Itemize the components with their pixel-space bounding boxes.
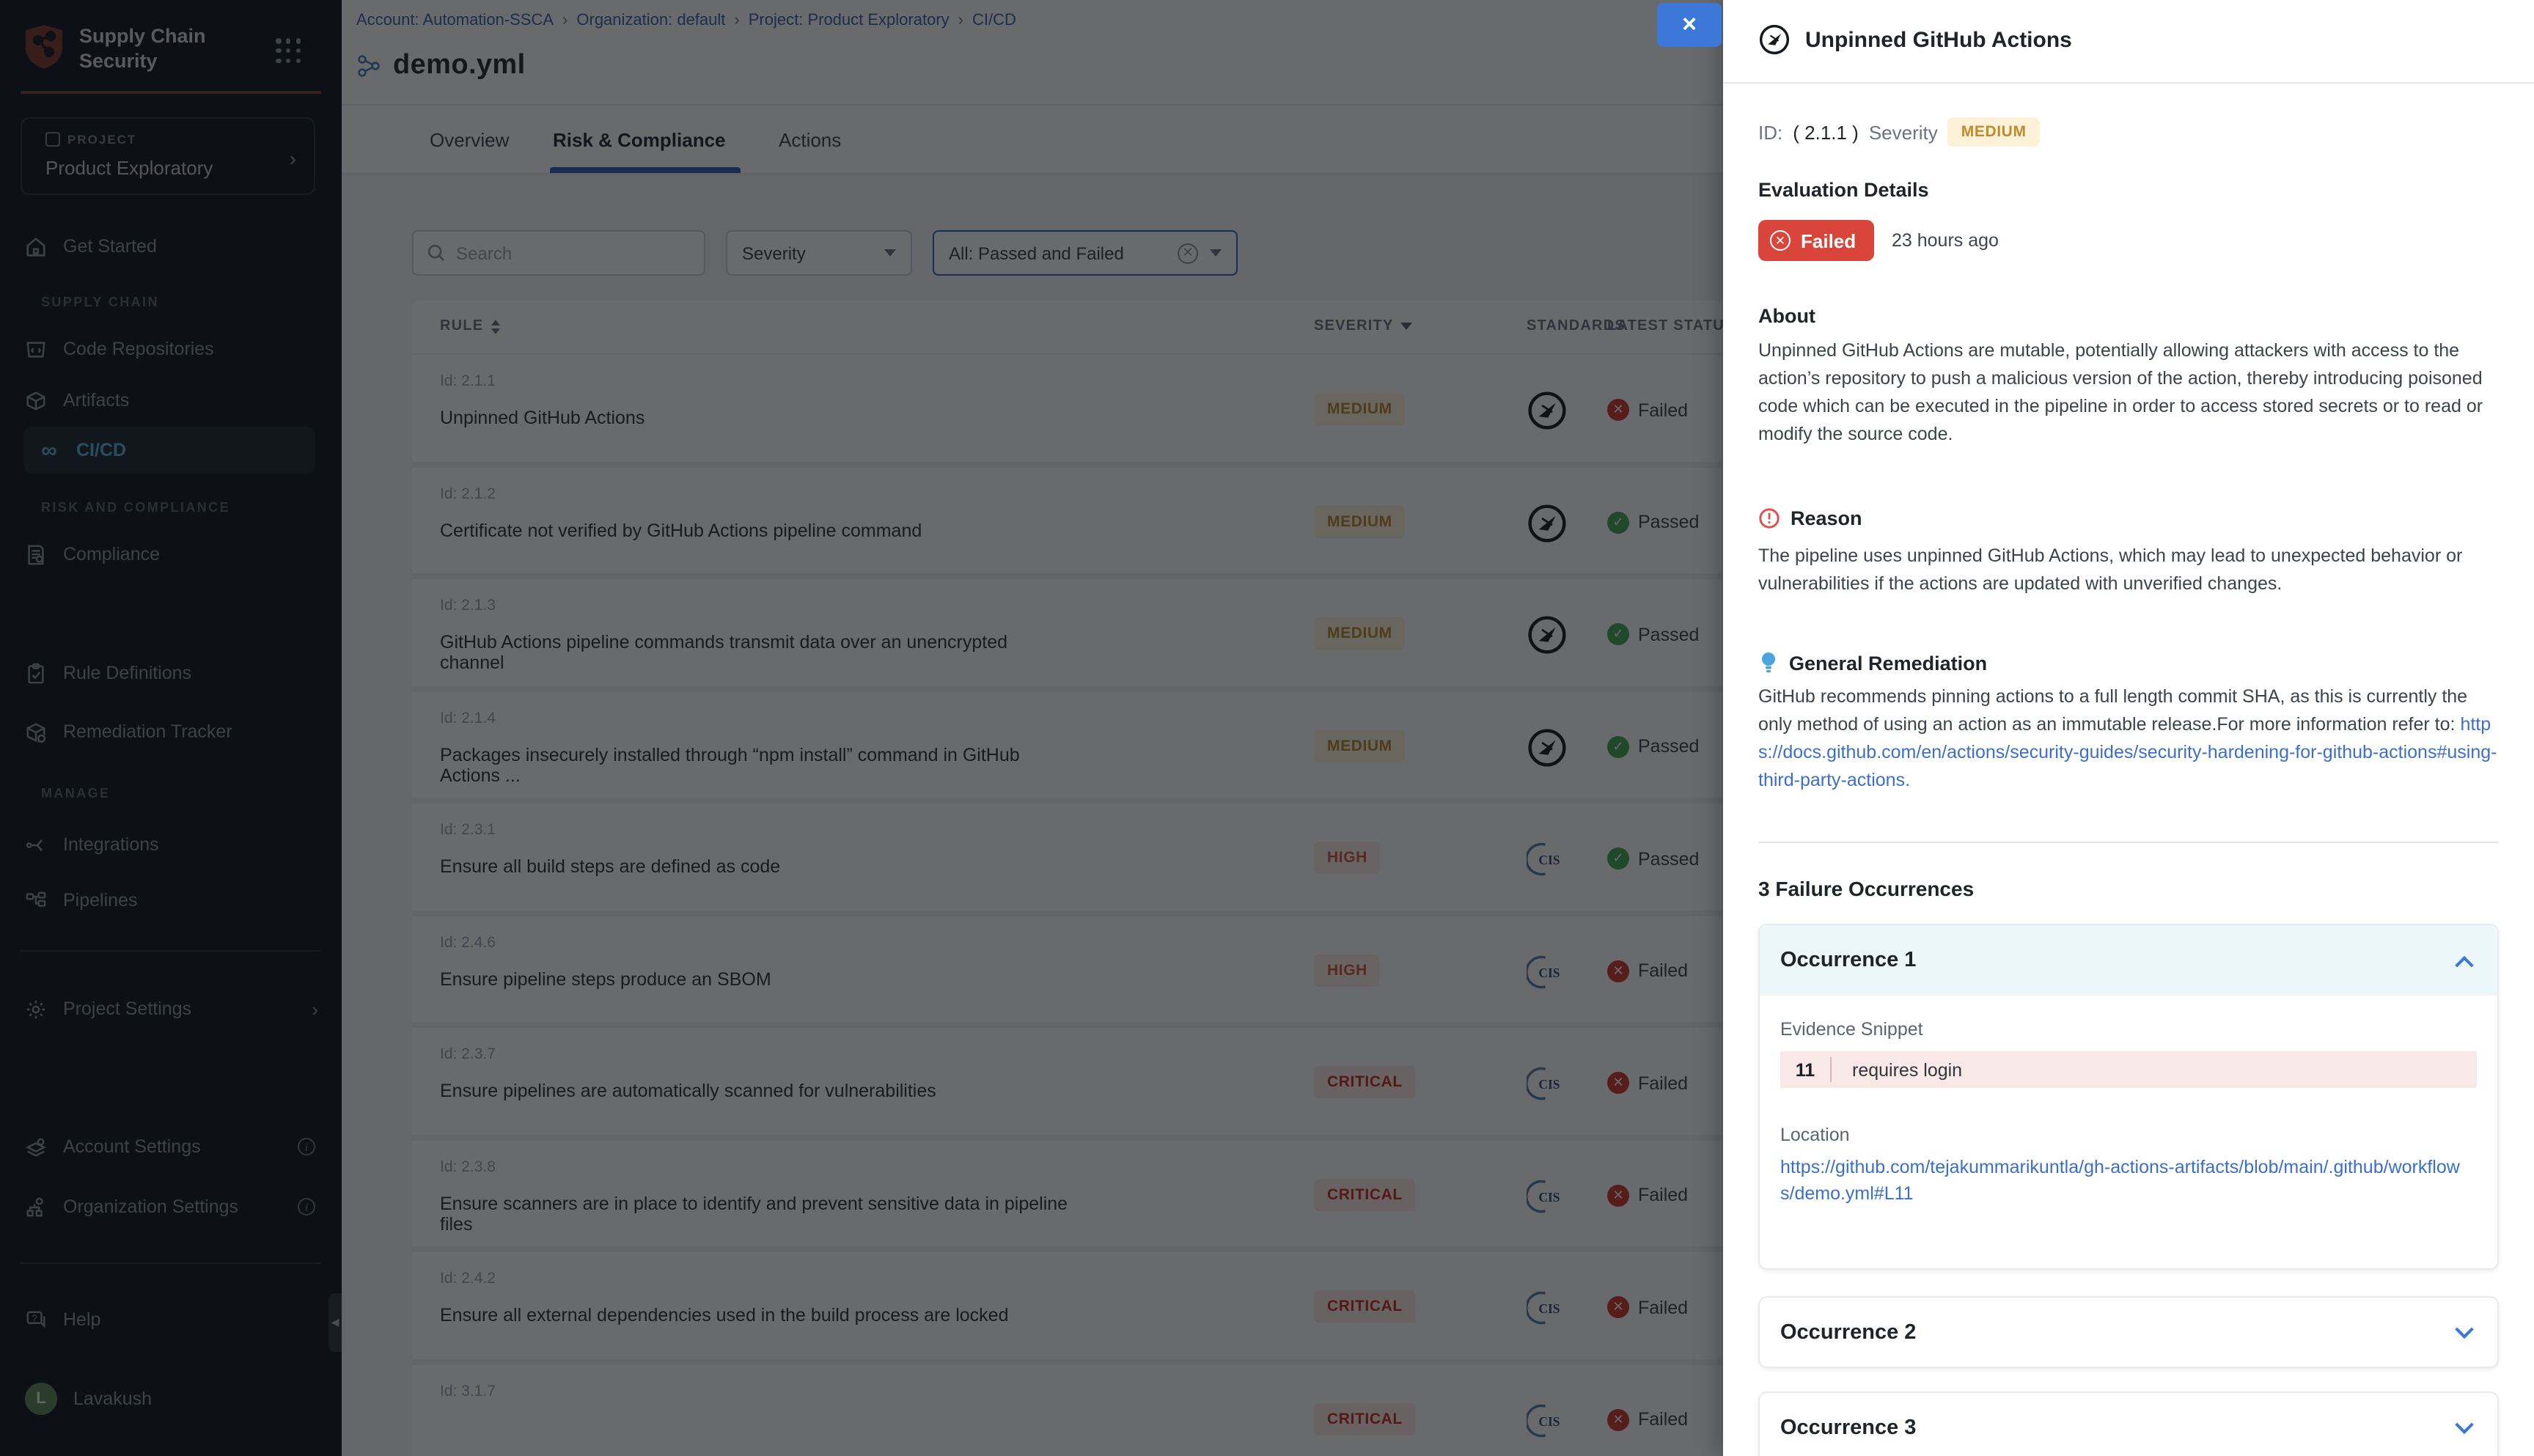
location-label: Location [1780,1125,1850,1145]
remediation-text: GitHub recommends pinning actions to a f… [1758,683,2499,795]
owasp-standard-icon [1758,23,1791,56]
circle-x-icon: ✕ [1770,230,1791,251]
severity-label: Severity [1869,121,1938,143]
id-value: ( 2.1.1 ) [1793,121,1859,143]
chevron-down-icon [2455,1415,2473,1433]
occurrence-1-title: Occurrence 1 [1780,949,1916,972]
remediation-heading-row: General Remediation [1758,651,1987,674]
remediation-heading: General Remediation [1789,652,1987,674]
divider [1758,842,2499,843]
drawer-close-button[interactable]: × [1657,3,1722,47]
evidence-line-number: 11 [1780,1059,1830,1080]
occurrence-3-panel: Occurrence 3 [1758,1391,2499,1456]
occurrence-1-header[interactable]: Occurrence 1 [1760,925,2497,996]
location-link[interactable]: https://github.com/tejakummarikuntla/gh-… [1780,1154,2469,1207]
app-root: Supply Chain Security PROJECT Product Ex… [0,0,2534,1456]
reason-heading: Reason [1791,507,1862,529]
alert-circle-icon [1758,507,1780,529]
evidence-text: requires login [1852,1059,1962,1080]
evidence-snippet-label: Evidence Snippet [1780,1019,1923,1040]
chevron-up-icon [2455,955,2473,974]
evaluation-timestamp: 23 hours ago [1892,230,1999,251]
drawer-title: Unpinned GitHub Actions [1805,27,2072,52]
occurrence-3-header[interactable]: Occurrence 3 [1760,1393,2497,1456]
occurrence-3-title: Occurrence 3 [1780,1416,1916,1440]
failed-status-pill: ✕ Failed [1758,220,1873,261]
rule-id-line: ID: ( 2.1.1 ) Severity MEDIUM [1758,117,2040,147]
occurrence-1-panel: Occurrence 1 Evidence Snippet 11 require… [1758,924,2499,1270]
reason-heading-row: Reason [1758,507,1862,529]
severity-badge: MEDIUM [1948,117,2040,147]
evidence-snippet: 11 requires login [1780,1051,2477,1088]
occurrence-2-header[interactable]: Occurrence 2 [1760,1298,2497,1368]
failure-occurrences-heading: 3 Failure Occurrences [1758,877,1974,900]
id-label: ID: [1758,121,1782,143]
occurrence-2-title: Occurrence 2 [1780,1321,1916,1345]
reason-text: The pipeline uses unpinned GitHub Action… [1758,543,2499,598]
lightbulb-icon [1758,651,1779,674]
about-heading: About [1758,305,1815,327]
divider [1830,1057,1832,1082]
evaluation-details-heading: Evaluation Details [1758,179,1929,201]
divider [1723,82,2534,84]
occurrence-2-panel: Occurrence 2 [1758,1296,2499,1368]
rule-detail-drawer: Unpinned GitHub Actions ID: ( 2.1.1 ) Se… [1723,0,2534,1456]
chevron-down-icon [2455,1320,2473,1338]
about-text: Unpinned GitHub Actions are mutable, pot… [1758,337,2499,449]
modal-dim-overlay[interactable] [0,0,1723,1456]
